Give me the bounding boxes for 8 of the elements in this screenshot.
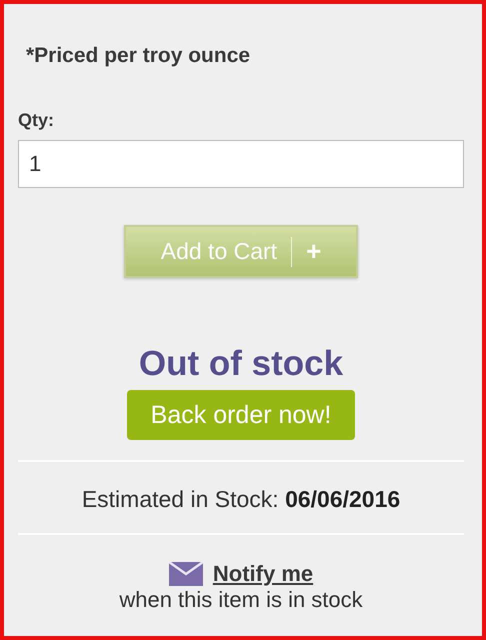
notify-note: when this item is in stock <box>118 587 364 613</box>
stock-estimate: Estimated in Stock: 06/06/2016 <box>80 486 402 513</box>
price-note: *Priced per troy ounce <box>26 44 252 68</box>
stock-status: Out of stock <box>138 344 344 384</box>
quantity-label: Qty: <box>18 110 55 131</box>
quantity-field[interactable]: 1 <box>18 140 464 188</box>
envelope-icon <box>168 562 203 586</box>
notify-me-link[interactable]: Notify me <box>212 561 314 587</box>
